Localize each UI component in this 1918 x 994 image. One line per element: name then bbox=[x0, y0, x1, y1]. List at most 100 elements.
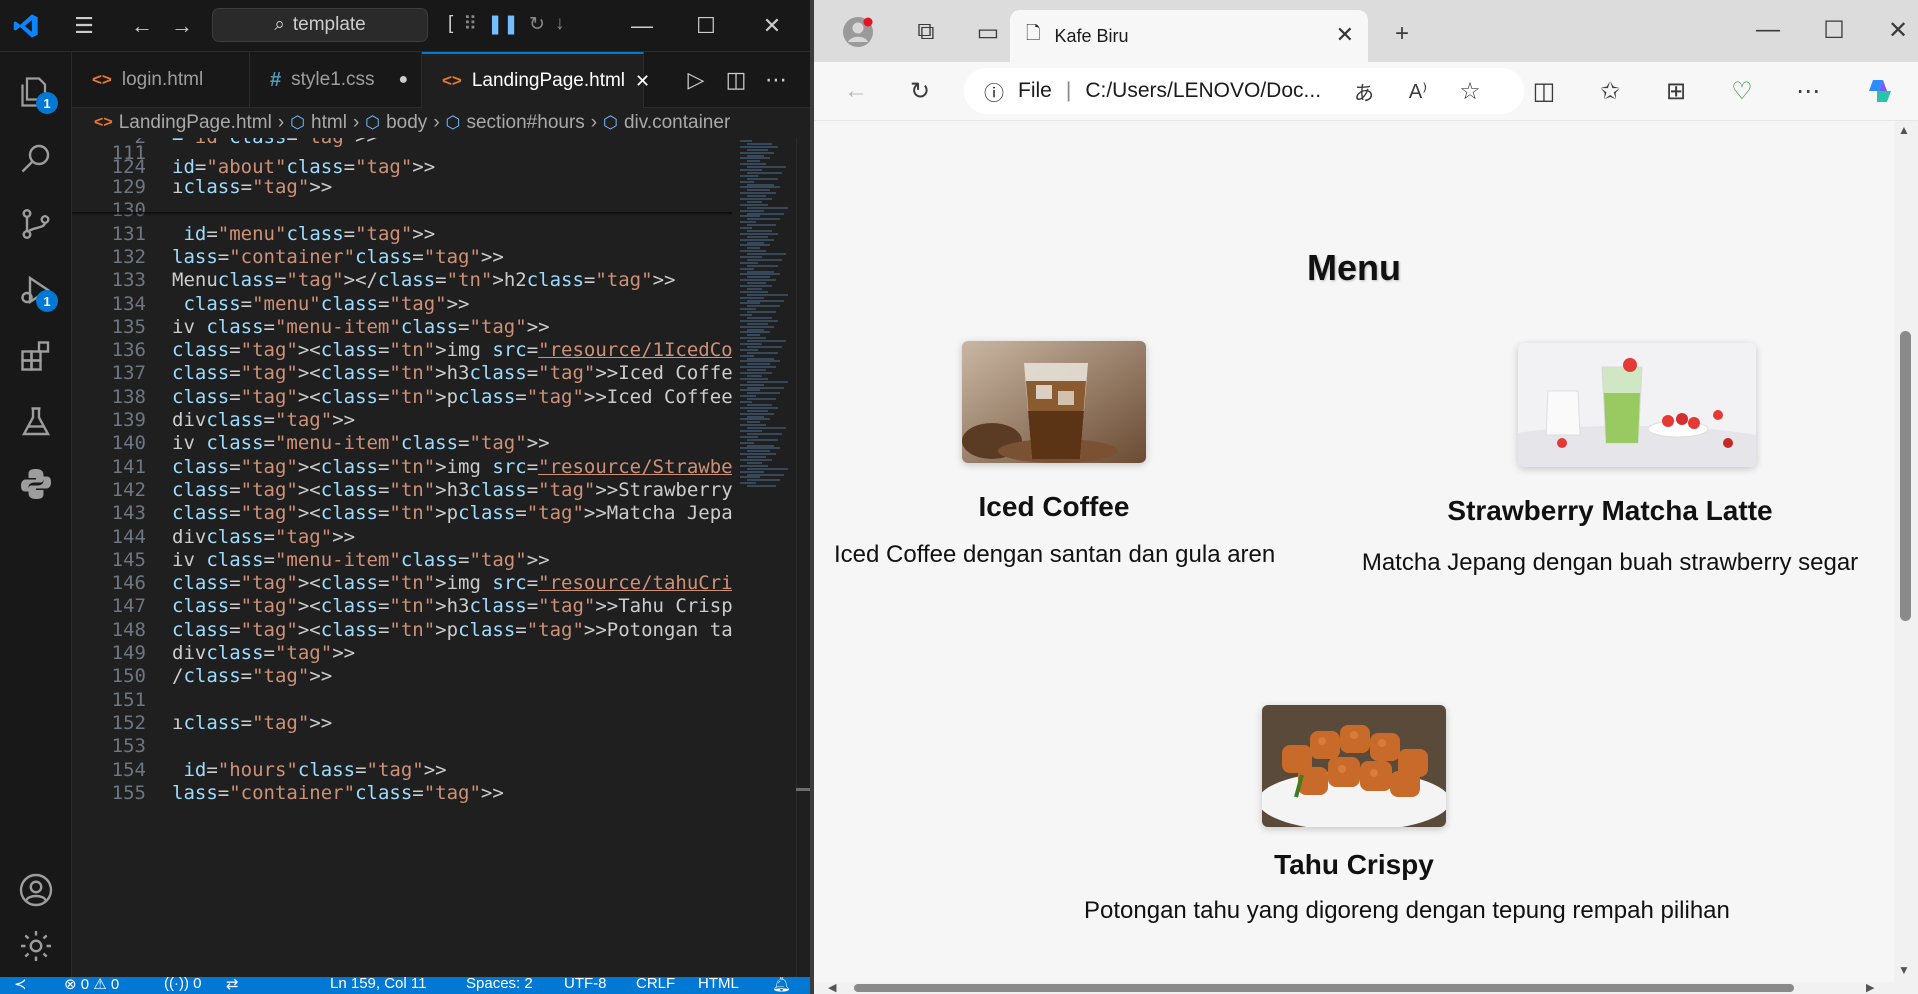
code-line[interactable]: iv class="menu-item"class="tag">> bbox=[172, 549, 550, 571]
maximize-icon[interactable]: ☐ bbox=[1814, 10, 1854, 50]
close-tab-icon[interactable]: ✕ bbox=[1336, 22, 1354, 48]
translate-icon[interactable]: あ bbox=[1344, 71, 1384, 111]
back-arrow-icon[interactable]: ← bbox=[836, 71, 876, 111]
tab-landingpage-html[interactable]: <> LandingPage.html ✕ bbox=[422, 52, 650, 108]
run-play-icon[interactable]: ▷ bbox=[678, 62, 714, 98]
close-tab-icon[interactable]: ✕ bbox=[635, 71, 650, 92]
code-line[interactable]: divclass="tag">> bbox=[172, 409, 355, 431]
vertical-scroll-thumb[interactable] bbox=[1900, 331, 1911, 621]
split-editor-icon[interactable]: ◫ bbox=[718, 62, 754, 98]
code-line[interactable]: lass="container"class="tag">> bbox=[172, 246, 504, 268]
code-line[interactable]: divclass="tag">> bbox=[172, 526, 355, 548]
close-window-icon[interactable]: ✕ bbox=[744, 0, 800, 52]
code-line[interactable]: class="tag"><class="tn">h3class="tag">>I… bbox=[172, 362, 732, 384]
maximize-icon[interactable]: ☐ bbox=[678, 0, 734, 52]
address-bar[interactable]: ⓘ File | C:/Users/LENOVO/Doc... bbox=[964, 68, 1524, 114]
browser-tab-kafe-biru[interactable]: 🗋︎ Kafe Biru ✕ bbox=[1010, 10, 1368, 62]
favorite-star-icon[interactable]: ☆ bbox=[1450, 71, 1490, 111]
code-line[interactable]: class="tag"><class="tn">img src="resourc… bbox=[172, 572, 732, 594]
modified-dot-icon[interactable]: ● bbox=[399, 71, 409, 89]
indentation-status[interactable]: Spaces: 2 bbox=[466, 977, 533, 992]
profile-avatar[interactable] bbox=[838, 12, 878, 52]
breadcrumb-item[interactable]: html bbox=[311, 112, 347, 134]
close-window-icon[interactable]: ✕ bbox=[1878, 10, 1918, 50]
editor-scrollbar[interactable] bbox=[796, 138, 810, 977]
breadcrumb-item[interactable]: div.container bbox=[624, 112, 730, 134]
code-line[interactable]: class="tag"><class="tn">img src="resourc… bbox=[172, 339, 732, 361]
python-icon[interactable] bbox=[12, 460, 60, 508]
notifications-bell-icon[interactable]: 🔔︎ bbox=[772, 977, 791, 993]
cursor-position[interactable]: Ln 159, Col 11 bbox=[330, 977, 426, 992]
problems-status[interactable]: ⊗ 0 ⚠ 0 bbox=[64, 977, 119, 993]
encoding-status[interactable]: UTF-8 bbox=[564, 977, 607, 992]
eol-status[interactable]: CRLF bbox=[636, 977, 675, 992]
horizontal-scroll-thumb[interactable] bbox=[854, 984, 1794, 992]
refresh-icon[interactable]: ↻ bbox=[900, 71, 940, 111]
code-line[interactable]: iv class="menu-item"class="tag">> bbox=[172, 316, 550, 338]
minimize-icon[interactable]: — bbox=[614, 0, 670, 52]
back-arrow-icon[interactable]: ← bbox=[124, 8, 160, 44]
code-editor[interactable]: 2111124129130131132133134135136137138139… bbox=[72, 138, 810, 977]
pause-icon[interactable]: ❚❚ bbox=[487, 13, 519, 36]
code-line[interactable]: class="tag"><class="tn">img src="resourc… bbox=[172, 456, 732, 478]
read-aloud-icon[interactable]: A⁾ bbox=[1398, 71, 1438, 111]
tab-login-html[interactable]: <> login.html bbox=[72, 52, 250, 108]
scroll-up-arrow-icon[interactable]: ▲ bbox=[1898, 123, 1910, 137]
scroll-down-arrow-icon[interactable]: ▼ bbox=[1898, 963, 1910, 977]
live-share-icon[interactable]: ⇄ bbox=[226, 977, 239, 993]
step-into-icon[interactable]: ↓ bbox=[555, 13, 565, 35]
copilot-icon[interactable] bbox=[1860, 71, 1900, 111]
address-url[interactable]: C:/Users/LENOVO/Doc... bbox=[1085, 79, 1321, 103]
drag-handle-icon[interactable]: ⠿ bbox=[463, 13, 477, 36]
code-line[interactable]: ıclass="tag">> bbox=[172, 176, 332, 198]
code-line[interactable]: Menuclass="tag"></class="tn">h2class="ta… bbox=[172, 269, 675, 291]
code-line[interactable]: lass="container"class="tag">> bbox=[172, 782, 504, 804]
code-line[interactable]: /class="tag">> bbox=[172, 665, 332, 687]
more-menu-icon[interactable]: ⋯ bbox=[1788, 71, 1828, 111]
explorer-icon[interactable]: 1 bbox=[12, 68, 60, 116]
code-line[interactable]: ıclass="tag">> bbox=[172, 712, 332, 734]
restart-icon[interactable]: ↻ bbox=[529, 13, 545, 36]
search-icon[interactable] bbox=[12, 134, 60, 182]
workspaces-icon[interactable]: ⧉ bbox=[906, 12, 946, 52]
info-icon[interactable]: ⓘ bbox=[984, 77, 1004, 106]
scroll-right-arrow-icon[interactable]: ▶ bbox=[1866, 981, 1874, 994]
breadcrumb-item[interactable]: section#hours bbox=[466, 112, 584, 134]
code-line[interactable]: class="tag"><class="tn">pclass="tag">>Po… bbox=[172, 619, 732, 641]
settings-gear-icon[interactable] bbox=[12, 922, 60, 970]
tab-style1-css[interactable]: # style1.css ● bbox=[250, 52, 422, 108]
split-screen-icon[interactable]: ◫ bbox=[1524, 71, 1564, 111]
remote-icon[interactable]: ≺ bbox=[14, 977, 27, 993]
scroll-left-arrow-icon[interactable]: ◀ bbox=[828, 981, 836, 994]
forward-arrow-icon[interactable]: → bbox=[164, 8, 200, 44]
code-line[interactable]: id="about"class="tag">> bbox=[172, 156, 435, 178]
code-lines[interactable]: ="id"class="tag">> id="about"class="tag">… bbox=[172, 138, 732, 977]
favorites-icon[interactable]: ✩ bbox=[1590, 71, 1630, 111]
source-control-icon[interactable] bbox=[12, 200, 60, 248]
code-line[interactable]: divclass="tag">> bbox=[172, 642, 355, 664]
code-line[interactable]: class="tag"><class="tn">pclass="tag">>Ma… bbox=[172, 502, 732, 524]
extensions-icon[interactable] bbox=[12, 332, 60, 380]
new-tab-icon[interactable]: + bbox=[1382, 14, 1422, 54]
code-line[interactable]: id="menu"class="tag">> bbox=[172, 223, 435, 245]
breadcrumb-item[interactable]: LandingPage.html bbox=[119, 112, 272, 134]
vertical-tabs-icon[interactable]: ▭ bbox=[968, 12, 1008, 52]
run-debug-icon[interactable]: 1 bbox=[12, 266, 60, 314]
more-actions-icon[interactable]: ⋯ bbox=[758, 62, 794, 98]
code-line[interactable]: ="id"class="tag">> bbox=[172, 138, 378, 148]
code-line[interactable]: class="menu"class="tag">> bbox=[172, 293, 469, 315]
code-line[interactable]: iv class="menu-item"class="tag">> bbox=[172, 432, 550, 454]
code-line[interactable]: id="hours"class="tag">> bbox=[172, 759, 446, 781]
browser-essentials-icon[interactable]: ♡ bbox=[1722, 71, 1762, 111]
command-center-search[interactable]: ⌕ template bbox=[212, 8, 428, 42]
breadcrumb-item[interactable]: body bbox=[386, 112, 427, 134]
code-line[interactable]: class="tag"><class="tn">h3class="tag">>T… bbox=[172, 595, 732, 617]
minimize-icon[interactable]: — bbox=[1748, 10, 1788, 50]
collections-icon[interactable]: ⊞ bbox=[1656, 71, 1696, 111]
hamburger-menu-icon[interactable]: ☰ bbox=[66, 8, 102, 44]
page-horizontal-scrollbar[interactable]: ◀ ▶ bbox=[814, 982, 1918, 994]
code-line[interactable]: class="tag"><class="tn">pclass="tag">>Ic… bbox=[172, 386, 732, 408]
ports-status[interactable]: ((·)) 0 bbox=[164, 977, 202, 992]
language-mode[interactable]: HTML bbox=[698, 977, 739, 992]
testing-flask-icon[interactable] bbox=[12, 398, 60, 446]
